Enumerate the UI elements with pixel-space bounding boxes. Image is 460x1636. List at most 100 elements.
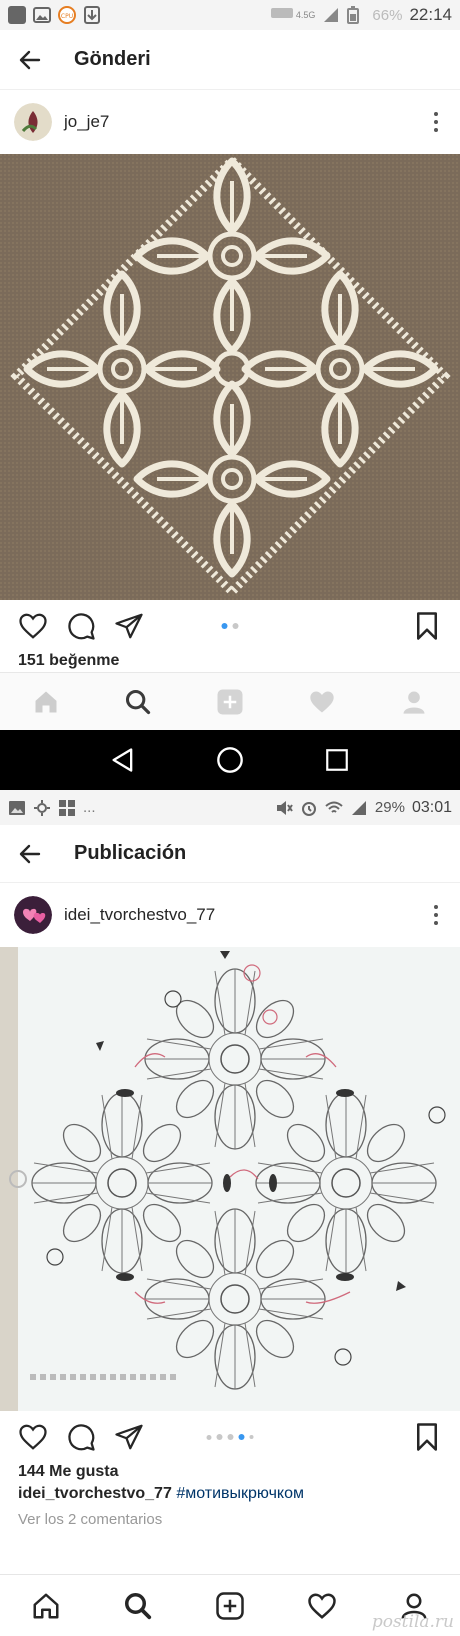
carousel-dot [249,1435,254,1439]
circle-home-icon [217,747,243,773]
tab-search[interactable] [118,682,158,722]
avatar[interactable] [14,896,52,934]
post-photo-crochet-diagram[interactable] [0,947,460,1411]
heart-icon [310,691,334,712]
arrow-left-icon [19,50,41,69]
send-icon [115,1424,143,1450]
profile-icon [403,691,425,714]
carousel-indicator [206,1434,254,1440]
more-notifications: ... [83,799,96,816]
share-button[interactable] [112,1420,146,1454]
battery-icon [347,6,365,24]
avatar[interactable] [14,103,52,141]
heart-icon [308,1592,336,1619]
wifi-icon [325,799,343,817]
cpu-icon: CPU [58,6,76,24]
svg-text:CPU: CPU [61,13,73,20]
post-actions [0,1411,460,1463]
nav-recents-button[interactable] [317,740,357,780]
caption-hashtag[interactable]: #мотивыкрючком [176,1485,304,1502]
comment-icon [68,613,95,640]
heart-outline-icon [19,1424,47,1450]
app-notification-icon [8,6,26,24]
post-username[interactable]: idei_tvorchestvo_77 [64,905,215,925]
status-bar-second: ... 29% 03:01 [0,790,460,825]
comment-button[interactable] [64,1420,98,1454]
bottom-tab-bar [0,672,460,730]
search-icon [125,689,151,714]
save-button[interactable] [410,1420,444,1454]
tab-search[interactable] [118,1586,158,1626]
watermark: postila.ru [371,1612,454,1632]
more-options-button[interactable] [426,901,446,929]
carousel-dot [221,623,228,629]
post-actions [0,600,460,652]
comment-button[interactable] [64,609,98,643]
carousel-dot [232,623,239,629]
status-bar-top: CPU 4.5G 66% 22:14 [0,0,460,30]
carousel-dot [227,1434,234,1440]
clock: 03:01 [411,798,452,816]
carousel-indicator [221,623,239,629]
network-type: 4.5G [295,10,316,20]
mute-icon [275,799,293,817]
square-recents-icon [325,749,348,771]
likes-count[interactable]: 144 Me gusta [0,1463,460,1481]
gallery-icon [33,6,51,24]
back-button[interactable] [16,840,44,868]
app-header: Gönderi [0,30,460,90]
post-header: idei_tvorchestvo_77 [0,883,460,947]
home-icon [35,691,57,712]
search-icon [125,1592,152,1619]
bookmark-icon [417,1423,437,1451]
post-username[interactable]: jo_je7 [64,112,109,132]
tab-add[interactable] [210,1586,250,1626]
share-button[interactable] [112,609,146,643]
heart-outline-icon [19,613,47,639]
add-icon [216,1591,244,1620]
home-icon [33,1593,59,1618]
page-title: Gönderi [74,48,151,70]
like-button[interactable] [16,609,50,643]
carousel-dot [238,1434,245,1440]
weather-icon [33,799,51,817]
battery-percent: 29% [374,799,405,816]
tab-profile[interactable] [394,682,434,722]
bookmark-icon [417,612,437,640]
signal-icon [322,6,340,24]
crochet-chart-image [0,947,460,1411]
add-icon [217,689,243,714]
post-photo-crochet-motif[interactable] [0,154,460,600]
triangle-back-icon [112,748,133,772]
crochet-square-image [0,154,460,600]
caption-username[interactable]: idei_tvorchestvo_77 [18,1485,172,1502]
download-icon [83,6,101,24]
comment-icon [68,1424,95,1451]
likes-count[interactable]: 151 beğenme [0,652,460,672]
view-comments-link[interactable]: Ver los 2 comentarios [0,1503,460,1528]
android-nav-bar [0,730,460,790]
tab-activity[interactable] [302,1586,342,1626]
carousel-dot [216,1434,223,1440]
tab-home[interactable] [26,1586,66,1626]
carousel-dot [206,1434,212,1440]
battery-percent: 66% [372,6,403,24]
more-options-button[interactable] [426,108,446,136]
like-button[interactable] [16,1420,50,1454]
tab-add[interactable] [210,682,250,722]
page-title: Publicación [74,842,187,864]
gallery-icon [8,799,26,817]
nav-home-button[interactable] [210,740,250,780]
hd-icon [270,6,293,24]
save-button[interactable] [410,609,444,643]
tab-activity[interactable] [302,682,342,722]
nav-back-button[interactable] [103,740,143,780]
send-icon [115,613,143,639]
signal-icon [350,799,368,817]
post-header: jo_je7 [0,90,460,154]
back-button[interactable] [16,46,44,74]
app-grid-icon [58,799,76,817]
tab-home[interactable] [26,682,66,722]
post-caption: idei_tvorchestvo_77 #мотивыкрючком [0,1481,460,1503]
clock: 22:14 [409,5,452,24]
